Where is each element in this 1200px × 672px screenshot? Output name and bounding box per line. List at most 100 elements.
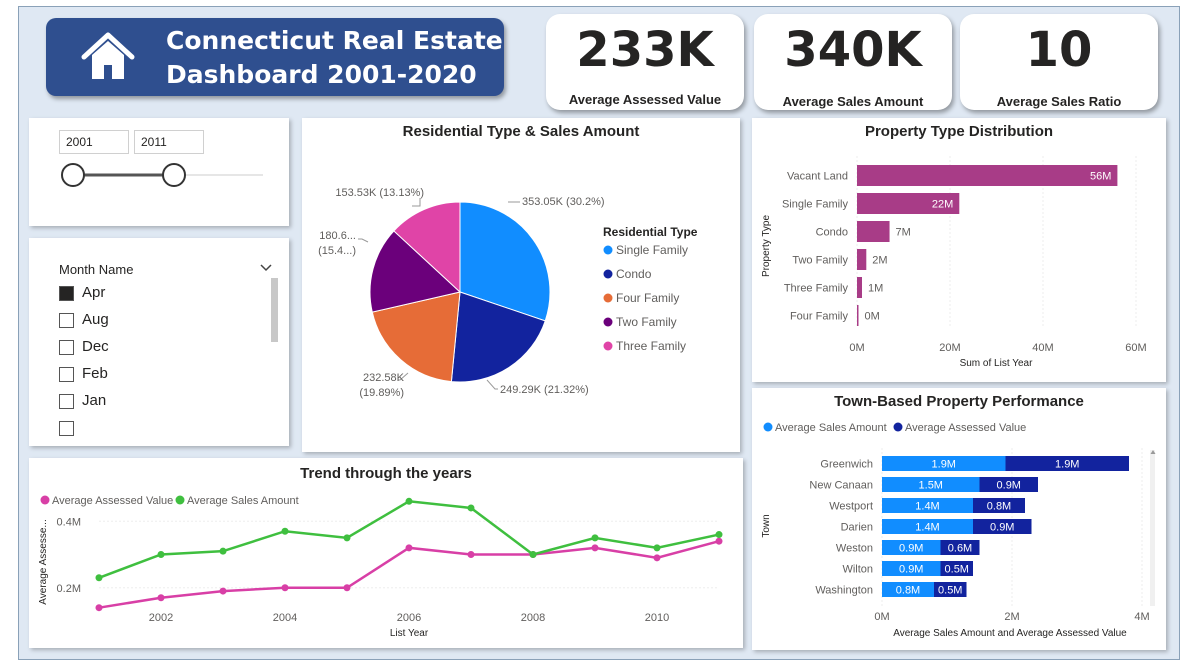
data-label: 0.9M [997,480,1021,492]
data-label: 0.5M [945,564,969,576]
x-tick-label: 2010 [645,612,669,624]
chevron-down-icon[interactable] [259,263,273,273]
month-label: Feb [82,365,108,382]
data-point[interactable] [343,534,351,542]
data-point[interactable] [653,544,661,552]
legend-item[interactable]: Condo [616,267,652,281]
month-slicer-title: Month Name [59,262,134,277]
checkbox-icon[interactable] [59,421,74,436]
y-axis-label: Property Type [761,215,772,278]
legend-marker [603,341,613,351]
kpi-card-ratio[interactable]: 10 Average Sales Ratio [960,14,1158,110]
y-axis-label: Town [761,514,772,537]
year-slicer: 2001 2011 [29,118,289,226]
data-point[interactable] [405,544,413,552]
x-tick-label: 40M [1032,342,1053,354]
data-point[interactable] [591,534,599,542]
data-label: 22M [932,199,953,211]
scrollbar-thumb[interactable] [271,278,278,342]
bar[interactable] [857,221,890,242]
kpi-value: 10 [1025,22,1093,78]
kpi-card-assessed[interactable]: 233K Average Assessed Value [546,14,744,110]
data-label: 353.05K (30.2%) [522,196,605,208]
residential-type-panel: Residential Type & Sales Amount 353.05K … [302,118,740,452]
data-point[interactable] [653,554,661,562]
y-tick-label: 0.4M [57,516,81,528]
legend-marker [603,269,613,279]
kpi-card-sales[interactable]: 340K Average Sales Amount [754,14,952,110]
data-label: 0.6M [948,543,972,555]
leader-line [412,198,421,207]
data-label: (15.4...) [318,245,356,257]
y-tick-label: Darien [841,522,873,534]
legend-item[interactable]: Average Sales Amount [187,495,299,507]
data-label: 153.53K (13.13%) [335,187,424,199]
y-tick-label: Two Family [792,255,848,267]
legend-item[interactable]: Single Family [616,243,688,257]
data-point[interactable] [281,527,289,535]
data-point[interactable] [219,587,227,595]
month-label: Dec [82,338,109,355]
month-label: Aug [82,311,109,328]
property-type-bar-chart: 0M 20M 40M 60M Vacant Land 56M Single Family 22… [761,156,1147,369]
x-tick-label: 2006 [397,612,421,624]
bar[interactable] [857,165,1118,186]
data-point[interactable] [591,544,599,552]
data-point[interactable] [405,497,413,505]
data-point[interactable] [715,531,723,539]
data-point[interactable] [219,547,227,555]
legend-item[interactable]: Average Sales Amount [775,422,887,434]
data-point[interactable] [467,551,475,558]
checkbox-icon[interactable] [59,394,74,409]
legend-marker [175,495,185,505]
data-point[interactable] [529,551,537,558]
title-line-1: Connecticut Real Estate [166,26,503,55]
data-label: 0.9M [899,543,923,555]
year-range-slider [61,163,263,187]
legend-item[interactable]: Average Assessed Value [52,495,173,507]
x-tick-label: 0M [849,342,864,354]
legend-item[interactable]: Four Family [616,291,679,305]
legend-marker [603,293,613,303]
checkbox-icon[interactable] [59,367,74,382]
data-point[interactable] [343,584,351,592]
data-label: 7M [896,227,911,239]
month-label: Jan [82,392,107,409]
y-tick-label: Wilton [842,564,873,576]
legend-marker [763,422,773,432]
data-point[interactable] [281,584,289,592]
data-label: 0.9M [899,564,923,576]
y-tick-label: Westport [829,501,873,513]
checkbox-checked-icon[interactable] [59,286,74,301]
kpi-label: Average Assessed Value [568,92,722,107]
leader-line [358,238,369,243]
data-point[interactable] [467,504,475,512]
legend-item[interactable]: Two Family [616,315,677,329]
data-point[interactable] [715,537,723,545]
data-point[interactable] [95,574,103,582]
data-label: 56M [1090,171,1111,183]
data-point[interactable] [157,551,165,558]
y-tick-label: 0.2M [57,583,81,595]
bar[interactable] [857,249,867,270]
checkbox-icon[interactable] [59,340,74,355]
data-point[interactable] [95,604,103,612]
data-label: 0.8M [896,585,920,597]
legend-item[interactable]: Average Assessed Value [905,422,1026,434]
bar[interactable] [857,305,859,326]
slider-handle-from[interactable] [61,163,85,187]
legend-marker [603,317,613,327]
y-tick-label: Vacant Land [787,171,848,183]
bar[interactable] [857,277,862,298]
legend-item[interactable]: Three Family [616,339,686,353]
legend-marker [40,495,50,505]
scrollbar-track[interactable] [1150,450,1155,606]
month-label: Apr [82,284,106,301]
data-label: 1.9M [1055,459,1079,471]
data-label: 249.29K (21.32%) [500,384,589,396]
data-point[interactable] [157,594,165,602]
series-line[interactable] [98,500,720,579]
data-label: 1.4M [915,522,939,534]
checkbox-icon[interactable] [59,313,74,328]
slider-handle-to[interactable] [162,163,186,187]
